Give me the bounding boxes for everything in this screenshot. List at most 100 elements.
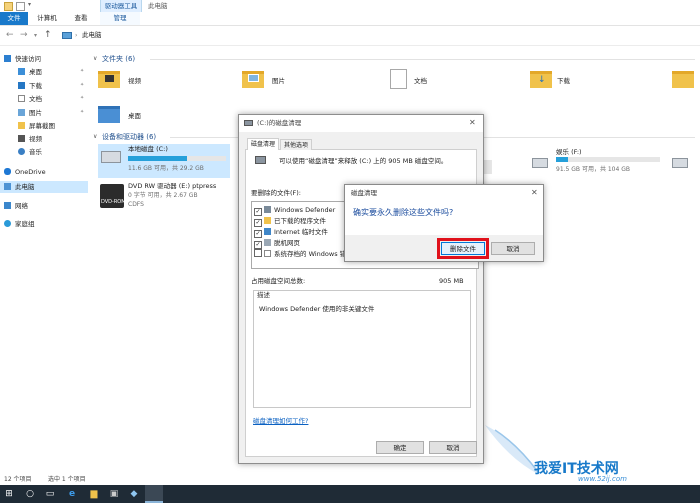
- drive-c-usage-fill: [128, 156, 187, 161]
- sidebar-item-pictures[interactable]: 图片: [18, 107, 42, 119]
- total-space-label: 占用磁盘空间总数:: [251, 277, 306, 285]
- window-title: 此电脑: [148, 2, 168, 10]
- sidebar-item-screenshots[interactable]: 屏幕截图: [18, 120, 55, 132]
- list-item[interactable]: ✓ Internet 临时文件: [254, 227, 328, 238]
- recent-chevron-icon[interactable]: ▾: [34, 32, 37, 39]
- list-item[interactable]: ✓ 已下载的程序文件: [254, 216, 326, 227]
- file-icon: [264, 206, 271, 213]
- sidebar-item-videos[interactable]: 视频: [18, 133, 42, 145]
- checkbox[interactable]: [254, 249, 262, 257]
- computer-icon: [4, 183, 11, 190]
- drives-section-header[interactable]: 设备和驱动器 (6): [102, 132, 156, 142]
- dvd-rom-label: DVD-ROM: [101, 199, 126, 205]
- highlight-annotation: [437, 238, 489, 259]
- app-icon[interactable]: ◆: [128, 488, 140, 500]
- documents-icon: [390, 69, 407, 89]
- task-view-icon[interactable]: ▭: [44, 488, 56, 500]
- folder-item-downloads[interactable]: ↓ 下载: [530, 68, 620, 92]
- disk-cleanup-taskbar-icon[interactable]: [145, 485, 163, 503]
- list-item[interactable]: ✓ Windows Defender: [254, 205, 335, 216]
- computer-icon: [62, 32, 72, 39]
- sidebar-item-documents[interactable]: 文档: [18, 93, 42, 105]
- sidebar-item-quick-access[interactable]: 快速访问: [4, 53, 41, 65]
- total-space-value: 905 MB: [439, 277, 464, 285]
- list-item[interactable]: 系统存档的 Windows 错: [254, 249, 346, 260]
- sidebar-item-homegroup[interactable]: 家庭组: [4, 218, 35, 230]
- drive-dvd-fs: CDFS: [128, 201, 144, 208]
- drive-c-free: 11.6 GB 可用，共 29.2 GB: [128, 165, 204, 172]
- pictures-icon: [18, 109, 25, 116]
- desktop-icon: [18, 68, 25, 75]
- list-item[interactable]: ✓ 脱机网页: [254, 238, 300, 249]
- tab-computer[interactable]: 计算机: [30, 12, 64, 25]
- star-icon: [4, 55, 11, 62]
- search-icon[interactable]: ○: [24, 488, 36, 500]
- description-text: Windows Defender 使用的非关键文件: [259, 305, 375, 313]
- disk-cleanup-dialog: (C:)的磁盘清理 ✕ 磁盘清理 其他选项 可以使用“磁盘清理”来释放 (C:)…: [238, 114, 484, 464]
- pin-icon: ✦: [80, 95, 85, 101]
- confirm-title: 磁盘清理: [351, 189, 377, 197]
- cloud-icon: [4, 168, 11, 175]
- hard-drive-icon: [101, 151, 121, 163]
- pin-icon: ✦: [80, 109, 85, 115]
- checkbox[interactable]: ✓: [254, 208, 262, 216]
- drive-dvd-free: 0 字节 可用，共 2.67 GB: [128, 192, 198, 199]
- checkbox[interactable]: ✓: [254, 219, 262, 227]
- navigation-pane: [0, 47, 90, 471]
- sidebar-item-music[interactable]: 音乐: [18, 146, 42, 158]
- watermark-url: www.52ij.com: [578, 475, 627, 483]
- close-icon[interactable]: ✕: [531, 188, 538, 197]
- help-link[interactable]: 磁盘清理如何工作?: [253, 417, 308, 426]
- pin-icon: ✦: [80, 82, 85, 88]
- file-explorer-icon[interactable]: ▆: [88, 488, 100, 500]
- store-icon[interactable]: ▣: [108, 488, 120, 500]
- tab-view[interactable]: 查看: [66, 12, 96, 25]
- hard-drive-icon[interactable]: [672, 158, 688, 168]
- edge-icon[interactable]: e: [66, 488, 78, 500]
- sidebar-item-downloads[interactable]: 下载: [18, 80, 42, 92]
- collapse-chevron-icon[interactable]: ∨: [93, 55, 97, 62]
- sidebar-item-onedrive[interactable]: OneDrive: [4, 166, 46, 178]
- chevron-down-icon[interactable]: ▾: [28, 1, 31, 8]
- checkbox[interactable]: ✓: [254, 241, 262, 249]
- folder-item-videos[interactable]: 视频: [98, 68, 188, 92]
- folder-icon: [18, 122, 25, 129]
- sidebar-item-this-pc[interactable]: 此电脑: [4, 181, 35, 193]
- pin-icon: ✦: [80, 68, 85, 74]
- folders-section-header[interactable]: 文件夹 (6): [102, 54, 135, 64]
- sidebar-item-network[interactable]: 网络: [4, 200, 28, 212]
- confirm-cancel-button[interactable]: 取消: [491, 242, 535, 255]
- folder-item-documents[interactable]: 文档: [388, 68, 478, 92]
- status-selected: 选中 1 个项目: [48, 476, 86, 483]
- intro-text: 可以使用“磁盘清理”来释放 (C:) 上的 905 MB 磁盘空间。: [279, 157, 448, 165]
- taskbar: [0, 485, 700, 503]
- folder-icon[interactable]: [4, 2, 13, 11]
- back-icon[interactable]: ←: [6, 30, 14, 40]
- close-icon[interactable]: ✕: [469, 118, 476, 127]
- drive-c-usage-bar: [128, 156, 226, 161]
- folder-icon[interactable]: [672, 71, 694, 88]
- homegroup-icon: [4, 220, 11, 227]
- breadcrumb[interactable]: 此电脑: [82, 30, 102, 41]
- cancel-button[interactable]: 取消: [429, 441, 477, 454]
- tab-file[interactable]: 文件: [0, 12, 28, 25]
- documents-icon: [18, 95, 25, 102]
- start-icon[interactable]: ⊞: [3, 488, 15, 500]
- sidebar-item-desktop[interactable]: 桌面: [18, 66, 42, 78]
- folder-item-desktop[interactable]: 桌面: [98, 103, 188, 127]
- desktop-icon: [98, 106, 120, 123]
- video-icon: [105, 75, 114, 82]
- drive-f-name[interactable]: 娱乐 (F:): [556, 148, 582, 157]
- drive-dvd-name[interactable]: DVD RW 驱动器 (E:) ptpress: [128, 182, 216, 191]
- ok-button[interactable]: 确定: [376, 441, 424, 454]
- collapse-chevron-icon[interactable]: ∨: [93, 133, 97, 140]
- music-icon: [18, 148, 25, 155]
- folder-item-pictures[interactable]: 图片: [242, 68, 332, 92]
- up-icon[interactable]: ↑: [44, 30, 52, 40]
- checkbox[interactable]: ✓: [254, 230, 262, 238]
- address-input[interactable]: [56, 29, 616, 42]
- dialog-title: (C:)的磁盘清理: [257, 119, 302, 127]
- tab-manage[interactable]: 管理: [100, 12, 140, 25]
- forward-icon[interactable]: →: [20, 30, 28, 40]
- properties-icon[interactable]: [16, 2, 25, 11]
